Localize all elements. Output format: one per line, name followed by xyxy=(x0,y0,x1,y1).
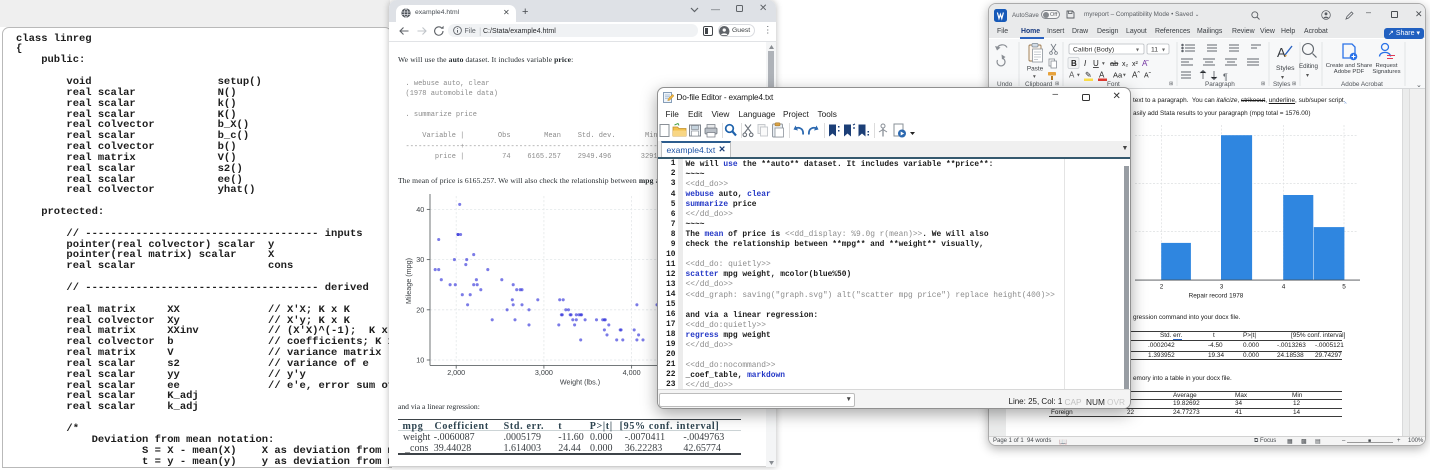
svg-text:▾: ▾ xyxy=(1102,61,1105,67)
svg-text:30: 30 xyxy=(416,255,424,264)
svg-text:Weight (lbs.): Weight (lbs.) xyxy=(560,378,600,387)
svg-text:▾: ▾ xyxy=(1281,75,1284,81)
svg-text:I: I xyxy=(1084,59,1087,68)
svg-text:40: 40 xyxy=(416,205,424,214)
svg-text:5: 5 xyxy=(1342,284,1346,291)
svg-text:Aa: Aa xyxy=(1113,70,1123,79)
svg-text:▾: ▾ xyxy=(1123,72,1126,78)
svg-text:3: 3 xyxy=(1220,284,1224,291)
svg-text:▾: ▾ xyxy=(1033,74,1036,80)
svg-text:4: 4 xyxy=(1282,284,1286,291)
svg-text:A: A xyxy=(1099,70,1105,79)
svg-text:3,000: 3,000 xyxy=(535,368,553,377)
svg-text:11: 11 xyxy=(1151,46,1158,53)
svg-text:ab: ab xyxy=(1110,59,1118,68)
svg-text:Paste: Paste xyxy=(1027,65,1044,72)
svg-text:A҄: A҄ xyxy=(1142,59,1149,68)
svg-text:▾: ▾ xyxy=(1306,73,1309,79)
svg-text:▾: ▾ xyxy=(1077,72,1080,78)
svg-text:Editing: Editing xyxy=(1299,63,1318,70)
svg-text:Aˇ: Aˇ xyxy=(1144,72,1152,79)
svg-text:Repair record 1978: Repair record 1978 xyxy=(1189,293,1244,300)
svg-text:4,000: 4,000 xyxy=(623,368,641,377)
svg-text:A: A xyxy=(1277,45,1286,60)
svg-text:U: U xyxy=(1093,59,1099,68)
svg-text:Aˆ: Aˆ xyxy=(1132,70,1140,79)
svg-text:A: A xyxy=(1069,70,1075,79)
svg-text:Calibri (Body): Calibri (Body) xyxy=(1073,46,1114,53)
svg-text:▾: ▾ xyxy=(1162,47,1165,53)
svg-text:▾: ▾ xyxy=(1136,47,1139,53)
svg-text:Styles: Styles xyxy=(1276,65,1295,72)
svg-text:20: 20 xyxy=(416,305,424,314)
svg-text:10: 10 xyxy=(416,356,424,365)
svg-text:B: B xyxy=(1071,59,1077,68)
svg-text:2: 2 xyxy=(1160,284,1164,291)
svg-text:Mileage (mpg): Mileage (mpg) xyxy=(404,258,413,304)
svg-text:2,000: 2,000 xyxy=(447,368,465,377)
svg-text:x²: x² xyxy=(1132,61,1139,68)
svg-text:✎: ✎ xyxy=(1085,70,1092,79)
svg-text:x₂: x₂ xyxy=(1122,61,1129,68)
